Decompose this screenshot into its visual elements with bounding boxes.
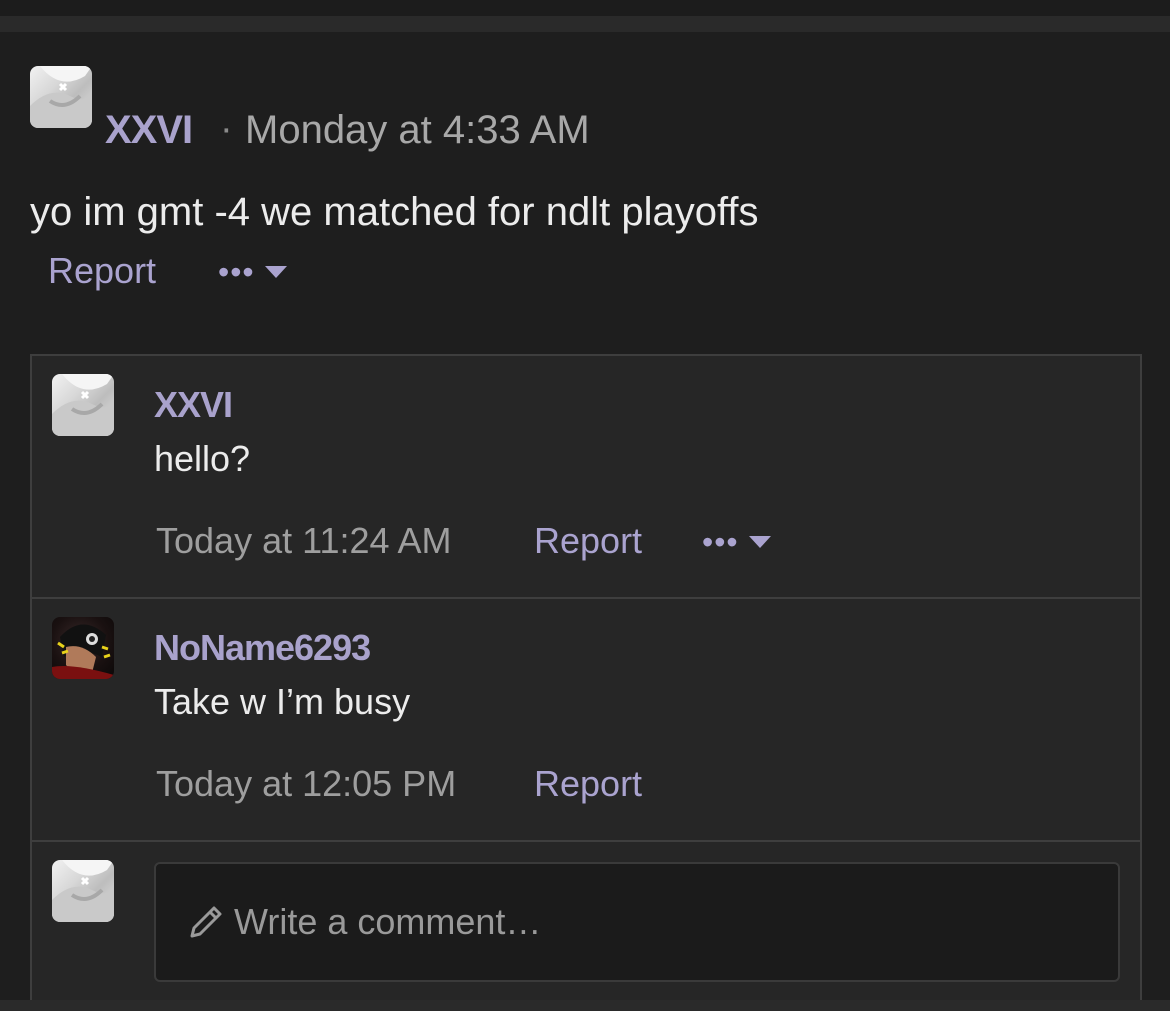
- post-more-menu[interactable]: •••: [218, 256, 287, 288]
- comment-body: Take w I’m busy: [154, 681, 411, 722]
- ellipsis-icon: •••: [702, 524, 739, 560]
- top-divider: [0, 16, 1170, 32]
- comment-author-name[interactable]: XXVI: [154, 384, 233, 426]
- comment-author-avatar[interactable]: [52, 617, 114, 679]
- top-bar: [0, 0, 1170, 16]
- comment-more-menu[interactable]: •••: [702, 526, 771, 558]
- avatar-image: [52, 374, 114, 436]
- caret-down-icon: [748, 536, 771, 548]
- comment-report-link[interactable]: Report: [534, 520, 642, 562]
- comment-composer: [32, 842, 1140, 1000]
- avatar-image: [52, 860, 114, 922]
- comment-body: hello?: [154, 438, 251, 479]
- comment-item: XXVI hello? Today at 11:24 AM Report •••: [32, 356, 1140, 599]
- current-user-avatar[interactable]: [52, 860, 114, 922]
- post-timestamp[interactable]: Monday at 4:33 AM: [245, 108, 590, 153]
- ellipsis-icon: •••: [218, 254, 255, 290]
- pencil-icon: [190, 906, 222, 938]
- avatar-image: [30, 66, 92, 128]
- comment-author-avatar[interactable]: [52, 374, 114, 436]
- bottom-divider: [0, 1000, 1170, 1011]
- caret-down-icon: [264, 266, 287, 278]
- comment-thread: XXVI hello? Today at 11:24 AM Report •••: [30, 354, 1142, 1002]
- comment-item: NoName6293 Take w I’m busy Today at 12:0…: [32, 599, 1140, 842]
- meta-separator: ·: [220, 108, 233, 150]
- comment-input[interactable]: [232, 900, 1056, 944]
- write-comment-field[interactable]: [154, 862, 1120, 982]
- post-body: yo im gmt -4 we matched for ndlt playoff…: [30, 190, 759, 234]
- post-card: XXVI · Monday at 4:33 AM yo im gmt -4 we…: [0, 32, 1170, 1002]
- comment-timestamp[interactable]: Today at 12:05 PM: [156, 763, 456, 805]
- post-report-link[interactable]: Report: [48, 250, 156, 292]
- avatar-image: [52, 624, 114, 679]
- comment-report-link[interactable]: Report: [534, 763, 642, 805]
- post-author-avatar[interactable]: [30, 66, 92, 128]
- comment-timestamp[interactable]: Today at 11:24 AM: [156, 520, 452, 562]
- post-author-name[interactable]: XXVI: [105, 108, 193, 153]
- comment-author-name[interactable]: NoName6293: [154, 627, 371, 669]
